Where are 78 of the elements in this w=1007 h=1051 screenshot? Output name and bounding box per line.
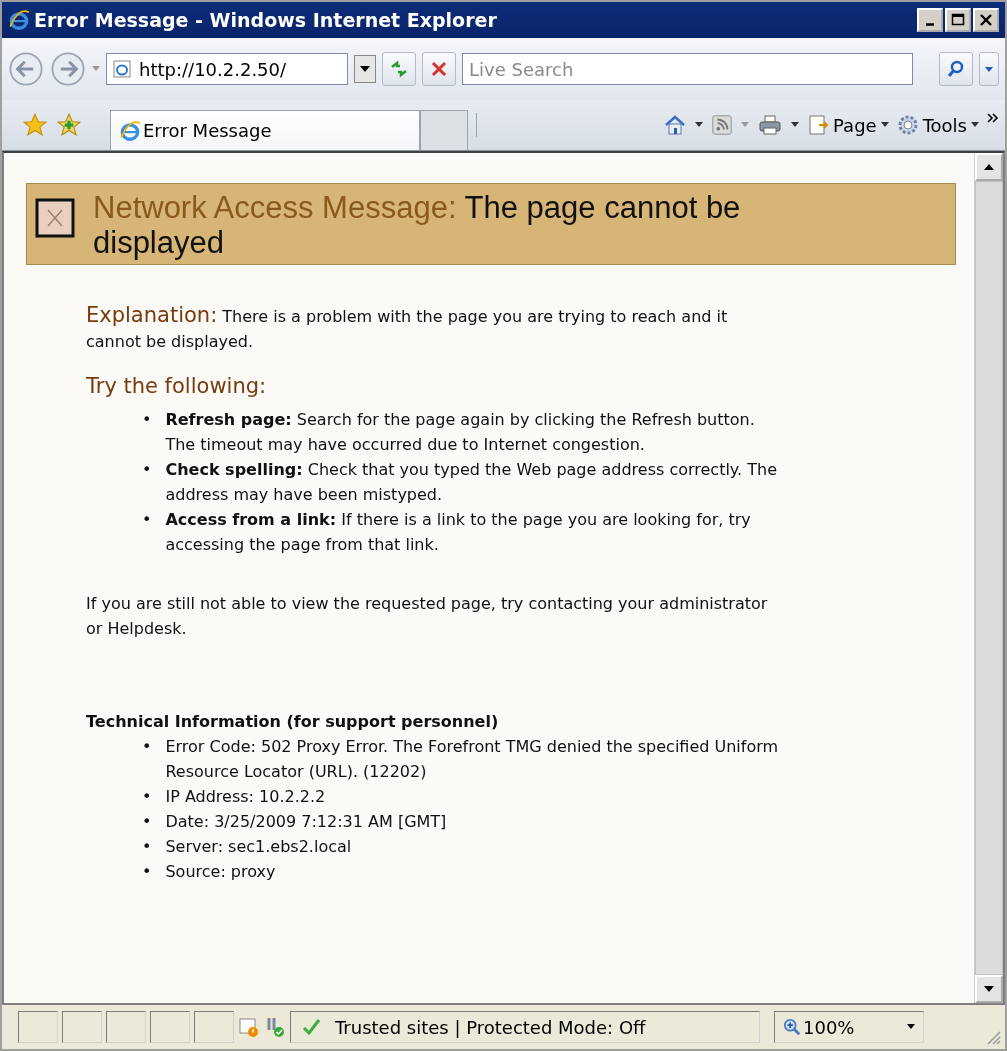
down-arrow-icon [984, 986, 994, 992]
refresh-icon [389, 59, 409, 79]
stop-icon [429, 59, 449, 79]
tools-menu[interactable]: Tools [896, 114, 979, 136]
zone-label: Trusted sites | Protected Mode: Off [335, 1016, 646, 1038]
browser-logo-icon [119, 119, 141, 142]
menu-label: Page [833, 114, 877, 136]
status-panel [18, 1011, 58, 1043]
chevron-icon[interactable] [987, 113, 999, 123]
forward-button[interactable] [50, 51, 86, 87]
minimize-icon [926, 22, 934, 26]
technical-item: Error Code: 502 Proxy Error. The Forefront TMG denied the specified Uniform Resource Locator (URL). (12202) [165, 736, 780, 783]
browser-logo-icon [8, 9, 30, 31]
address-field[interactable]: http://10.2.2.50/ [106, 53, 348, 85]
bullet: • [142, 836, 152, 858]
search-icon [946, 59, 966, 79]
suggestion-item: Check spelling: Check that you typed the Web page address correctly. The address may have been mistyped. [165, 459, 778, 506]
status-panel [106, 1011, 146, 1043]
minimize-button[interactable] [917, 8, 943, 32]
window-title: Error Message - Windows Internet Explorer [34, 9, 498, 31]
caret-icon[interactable] [695, 122, 704, 128]
caret-icon[interactable] [791, 122, 800, 128]
page-icon [807, 114, 830, 136]
caret-icon [971, 122, 979, 128]
search-field[interactable]: Live Search [462, 53, 913, 85]
status-panel [62, 1011, 102, 1043]
stop-button[interactable] [422, 52, 456, 86]
maximize-icon [951, 13, 965, 27]
explanation-text: Explanation: There is a problem with the page you are trying to reach and it cannot be displayed. [86, 303, 729, 353]
back-button[interactable] [8, 51, 44, 87]
tab-label: Error Message [143, 120, 272, 141]
close-icon [979, 13, 993, 27]
caret-icon [880, 122, 889, 128]
bullet: • [142, 459, 152, 481]
vertical-scrollbar[interactable] [974, 153, 1003, 1003]
checkmark-icon [301, 1017, 321, 1037]
bullet: • [142, 409, 152, 431]
contact-text: If you are still not able to view the requested page, try contacting your administrator or Helpdesk. [86, 593, 769, 640]
suggestion-item: Refresh page: Search for the page again by clicking the Refresh button. The timeout may have occurred due to Internet congestion. [165, 409, 756, 456]
favorites-star-icon[interactable] [22, 112, 48, 138]
bullet: • [142, 509, 152, 531]
bullet: • [142, 811, 152, 833]
search-button[interactable] [939, 52, 973, 86]
add-favorite-icon[interactable] [56, 112, 82, 138]
close-button[interactable] [973, 8, 999, 32]
resize-grip-icon[interactable] [985, 1029, 1001, 1045]
page-warning-icon [238, 1016, 260, 1038]
section-heading: Try the following: [86, 374, 268, 399]
technical-item: IP Address: 10.2.2.2 [165, 786, 326, 808]
status-panel [150, 1011, 190, 1043]
banner-heading: Network Access Message: The page cannot be displayed [93, 190, 742, 260]
caret-icon [360, 66, 370, 72]
caret-icon [985, 66, 993, 72]
bullet: • [142, 786, 152, 808]
page-icon [113, 60, 131, 78]
search-options-button[interactable] [979, 52, 999, 86]
technical-item: Date: 3/25/2009 7:12:31 AM [GMT] [165, 811, 447, 833]
maximize-button[interactable] [945, 8, 971, 32]
gear-icon [896, 114, 919, 136]
caret-icon [907, 1024, 915, 1030]
page-menu[interactable]: Page [807, 114, 889, 136]
printer-icon[interactable] [757, 113, 784, 137]
bullet: • [142, 861, 152, 883]
suggestion-item: Access from a link: If there is a link to the page you are looking for, try accessing the page from that link. [165, 509, 752, 556]
up-arrow-icon [984, 164, 994, 170]
technical-item: Source: proxy [165, 861, 276, 883]
zoom-icon [783, 1018, 801, 1036]
menu-label: Tools [922, 114, 967, 136]
technical-item: Server: sec1.ebs2.local [165, 836, 352, 858]
browser-tab[interactable]: Error Message [110, 110, 420, 150]
bullet: • [142, 736, 152, 758]
zoom-control[interactable]: 100% [774, 1011, 924, 1043]
technical-heading: Technical Information (for support personnel) [86, 711, 500, 733]
refresh-button[interactable] [382, 52, 416, 86]
feed-icon[interactable] [711, 114, 734, 136]
broken-image-icon [35, 198, 75, 238]
dropdown-button[interactable] [354, 55, 376, 83]
status-panel [194, 1011, 234, 1043]
